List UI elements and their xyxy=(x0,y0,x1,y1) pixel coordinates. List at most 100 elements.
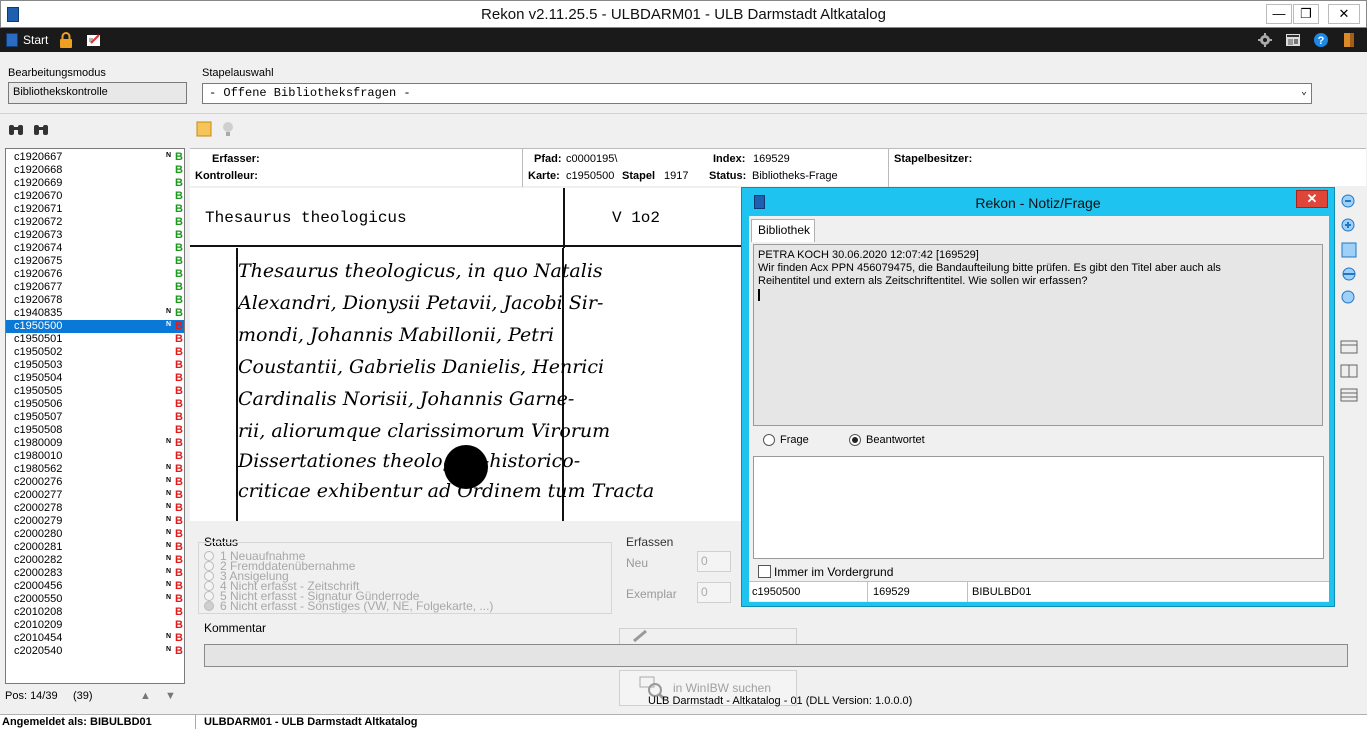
record-list-item[interactable]: c2000279 N B xyxy=(6,515,184,528)
record-list-item[interactable]: c1950504 B xyxy=(6,372,184,385)
record-list-item[interactable]: c1920678 B xyxy=(6,294,184,307)
record-list-item[interactable]: c1980009 N B xyxy=(6,437,184,450)
record-status-flag: B xyxy=(175,411,183,423)
batch-select[interactable]: - Offene Bibliotheksfragen - ⌄ xyxy=(202,83,1312,104)
record-list-item[interactable]: c1920672 B xyxy=(6,216,184,229)
record-id: c2000278 xyxy=(14,502,63,514)
record-list-item[interactable]: c1920673 B xyxy=(6,229,184,242)
zoom-in-icon[interactable] xyxy=(1340,217,1358,235)
start-button[interactable]: Start xyxy=(23,33,48,47)
batch-number-value: 1917 xyxy=(664,170,689,182)
notes-edit-icon[interactable] xyxy=(86,32,102,48)
sticky-note-icon[interactable] xyxy=(196,121,212,137)
tab-bibliothek[interactable]: Bibliothek xyxy=(751,219,815,242)
dialog-close-button[interactable]: ✕ xyxy=(1296,190,1328,208)
new-label: Neu xyxy=(626,556,649,570)
lightbulb-icon[interactable] xyxy=(221,121,235,137)
gear-icon[interactable] xyxy=(1257,32,1273,48)
record-id: c1980562 xyxy=(14,463,63,475)
record-list-item[interactable]: c2000282 N B xyxy=(6,554,184,567)
record-list-item[interactable]: c2000550 N B xyxy=(6,593,184,606)
record-list-item[interactable]: c1950507 B xyxy=(6,411,184,424)
zoom-reset-icon[interactable] xyxy=(1340,289,1358,307)
help-icon[interactable]: ? xyxy=(1313,32,1329,48)
record-list-item[interactable]: c1950506 B xyxy=(6,398,184,411)
record-list-item[interactable]: c2000278 N B xyxy=(6,502,184,515)
pencil-icon xyxy=(633,629,647,643)
record-list-item[interactable]: c1920676 B xyxy=(6,268,184,281)
status-option-radio[interactable] xyxy=(204,591,214,601)
record-list-item[interactable]: c1920677 B xyxy=(6,281,184,294)
restore-button[interactable]: ❐ xyxy=(1293,4,1319,24)
record-list-item[interactable]: c1920669 B xyxy=(6,177,184,190)
layout-split-icon[interactable] xyxy=(1340,362,1358,380)
record-id: c2000279 xyxy=(14,515,63,527)
start-icon[interactable] xyxy=(6,33,18,47)
fit-page-icon[interactable] xyxy=(1340,241,1358,259)
binoculars-icon[interactable] xyxy=(8,121,24,137)
status-option-radio[interactable] xyxy=(204,581,214,591)
new-count-input[interactable]: 0 xyxy=(697,551,731,572)
lock-icon[interactable] xyxy=(58,32,74,48)
exit-door-icon[interactable] xyxy=(1341,32,1357,48)
record-list-item[interactable]: c1950503 B xyxy=(6,359,184,372)
status-option-radio[interactable] xyxy=(204,551,214,561)
fit-width-icon[interactable] xyxy=(1340,265,1358,283)
record-status-flag: B xyxy=(175,281,183,293)
layout-rows-icon[interactable] xyxy=(1340,386,1358,404)
catalog-card-image[interactable]: Thesaurus theologicus V 1o2 Thesaurus th… xyxy=(190,188,742,521)
transfer-button[interactable] xyxy=(619,628,797,644)
record-list-item[interactable]: c1950500 N B xyxy=(6,320,184,333)
record-list-item[interactable]: c1920671 B xyxy=(6,203,184,216)
record-status-flag: B xyxy=(175,632,183,644)
always-on-top-checkbox[interactable] xyxy=(758,565,771,578)
radio-question[interactable] xyxy=(763,434,775,446)
record-list-item[interactable]: c1950508 B xyxy=(6,424,184,437)
scroll-down-icon[interactable]: ▼ xyxy=(165,690,176,702)
record-list-item[interactable]: c2010454 N B xyxy=(6,632,184,645)
radio-answered[interactable] xyxy=(849,434,861,446)
note-text-area[interactable]: PETRA KOCH 30.06.2020 12:07:42 [169529] … xyxy=(753,244,1323,426)
record-list-item[interactable]: c1920668 B xyxy=(6,164,184,177)
card-typed-title: Thesaurus theologicus xyxy=(205,209,407,227)
handwriting-line: Cardinalis Norisii, Johannis Garne- xyxy=(238,388,575,410)
minimize-button[interactable]: — xyxy=(1266,4,1292,24)
record-list-item[interactable]: c1920674 B xyxy=(6,242,184,255)
record-list-item[interactable]: c2000276 N B xyxy=(6,476,184,489)
record-list-item[interactable]: c1920667 N B xyxy=(6,151,184,164)
record-list[interactable]: c1920667 N Bc1920668 Bc1920669 Bc1920670 Bc19… xyxy=(5,148,185,684)
layout-single-icon[interactable] xyxy=(1340,338,1358,356)
answer-input[interactable] xyxy=(753,456,1324,559)
news-icon[interactable] xyxy=(1285,32,1301,48)
copy-count-input[interactable]: 0 xyxy=(697,582,731,603)
record-list-item[interactable]: c1940835 N B xyxy=(6,307,184,320)
record-list-item[interactable]: c1980010 B xyxy=(6,450,184,463)
status-option-radio[interactable] xyxy=(204,571,214,581)
close-button[interactable]: ✕ xyxy=(1328,4,1360,24)
record-id: c1980009 xyxy=(14,437,63,449)
record-list-item[interactable]: c1950505 B xyxy=(6,385,184,398)
record-list-item[interactable]: c1920670 B xyxy=(6,190,184,203)
record-list-item[interactable]: c2020540 N B xyxy=(6,645,184,658)
record-list-item[interactable]: c2010209 B xyxy=(6,619,184,632)
record-list-item[interactable]: c2000456 N B xyxy=(6,580,184,593)
record-list-item[interactable]: c2000277 N B xyxy=(6,489,184,502)
card-value: c1950500 xyxy=(566,170,615,182)
status-option-radio[interactable] xyxy=(204,601,214,611)
record-list-item[interactable]: c1920675 B xyxy=(6,255,184,268)
record-list-item[interactable]: c2010208 B xyxy=(6,606,184,619)
zoom-out-icon[interactable] xyxy=(1340,193,1358,211)
record-list-item[interactable]: c1950501 B xyxy=(6,333,184,346)
scroll-up-icon[interactable]: ▲ xyxy=(140,690,151,702)
record-list-item[interactable]: c1950502 B xyxy=(6,346,184,359)
record-list-item[interactable]: c2000283 N B xyxy=(6,567,184,580)
footer-index: 169529 xyxy=(873,586,910,598)
status-option-radio[interactable] xyxy=(204,561,214,571)
record-list-item[interactable]: c2000280 N B xyxy=(6,528,184,541)
comment-input[interactable] xyxy=(204,644,1348,667)
record-list-item[interactable]: c2000281 N B xyxy=(6,541,184,554)
record-list-item[interactable]: c1980562 N B xyxy=(6,463,184,476)
binoculars-next-icon[interactable] xyxy=(33,121,49,137)
record-id: c1920673 xyxy=(14,229,63,241)
record-status-flag: B xyxy=(175,502,183,514)
